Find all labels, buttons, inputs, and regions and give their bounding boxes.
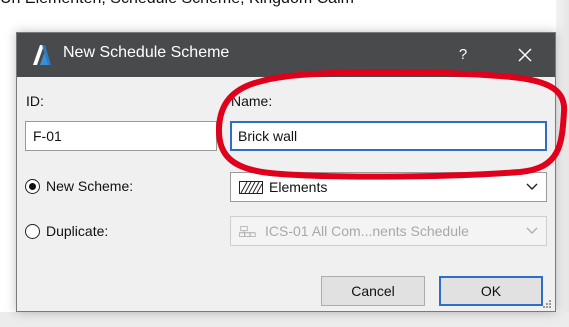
new-scheme-dropdown[interactable]: Elements [230,172,547,202]
radio-selected-dot [28,182,36,190]
id-field[interactable]: F-01 [25,121,217,151]
background-window-edge [556,0,569,327]
new-scheme-radio[interactable]: New Scheme: [25,177,215,199]
name-field[interactable]: Brick wall [230,121,547,151]
cancel-button[interactable]: Cancel [321,276,425,306]
duplicate-radio-button[interactable] [25,224,40,239]
new-scheme-value: Elements [269,179,328,195]
background-window-bottom [0,312,569,327]
close-icon [518,48,532,62]
duplicate-radio[interactable]: Duplicate: [25,222,215,244]
ok-button[interactable]: OK [439,276,543,306]
close-button[interactable] [505,39,545,71]
chevron-down-icon [526,183,538,190]
new-scheme-radio-button[interactable] [25,179,40,194]
archicad-app-icon [33,45,51,65]
dialog-title: New Schedule Scheme [63,44,230,61]
id-label: ID: [26,93,44,109]
new-scheme-label: New Scheme: [46,178,134,194]
duplicate-dropdown[interactable]: ICS-01 All Com...nents Schedule [230,216,547,246]
schedule-scheme-icon [239,226,256,237]
help-button[interactable]: ? [447,39,479,71]
resize-grip-icon[interactable] [542,299,552,309]
hatch-pattern-icon [239,181,263,194]
duplicate-label: Duplicate: [46,223,109,239]
background-document-text: Un Elementen, Schedule Scheme, Kingdom C… [0,0,569,10]
chevron-down-icon [526,227,538,234]
screenshot-page: Un Elementen, Schedule Scheme, Kingdom C… [0,0,569,327]
dialog-titlebar[interactable]: New Schedule Scheme ? [17,33,555,77]
name-label: Name: [231,93,273,109]
duplicate-value: ICS-01 All Com...nents Schedule [265,223,469,239]
new-schedule-scheme-dialog: New Schedule Scheme ? ID: F-01 Name: Bri… [16,32,556,312]
